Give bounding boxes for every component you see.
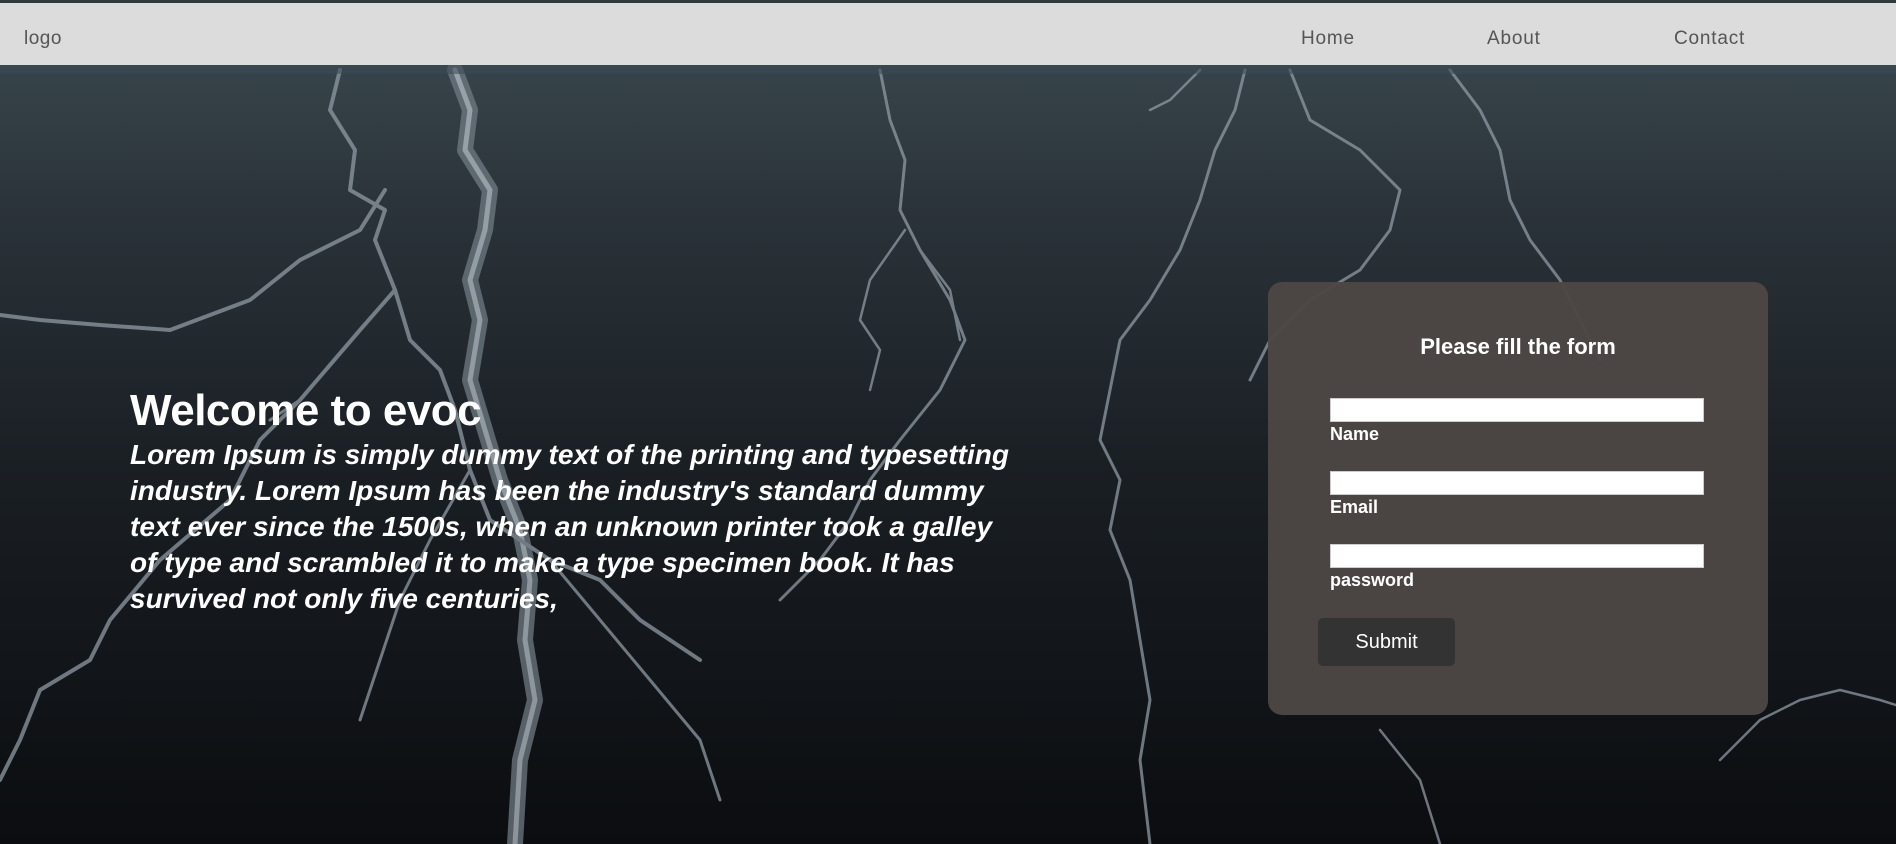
navbar: logo Home About Contact — [0, 2, 1896, 65]
email-label: Email — [1330, 497, 1379, 517]
logo[interactable]: logo — [24, 28, 62, 50]
hero-text: Lorem Ipsum is simply dummy text of the … — [130, 439, 1009, 614]
name-input[interactable] — [1330, 398, 1704, 422]
nav-link-contact[interactable]: Contact — [1674, 28, 1745, 50]
hero-section: Welcome to evoc Lorem Ipsum is simply du… — [130, 385, 1030, 617]
password-label: password — [1330, 570, 1415, 590]
name-label: Name — [1330, 424, 1380, 444]
top-border — [0, 0, 1896, 3]
form-title: Please fill the form — [1420, 334, 1616, 359]
nav-link-about[interactable]: About — [1487, 28, 1541, 50]
signup-form: Please fill the form Name Email password… — [1268, 282, 1768, 715]
hero-title: Welcome to evoc — [130, 386, 482, 435]
password-input[interactable] — [1330, 544, 1704, 568]
email-input[interactable] — [1330, 471, 1704, 495]
navbar-shadow — [0, 65, 1896, 74]
nav-link-home[interactable]: Home — [1301, 28, 1355, 50]
submit-button[interactable]: Submit — [1318, 618, 1455, 666]
